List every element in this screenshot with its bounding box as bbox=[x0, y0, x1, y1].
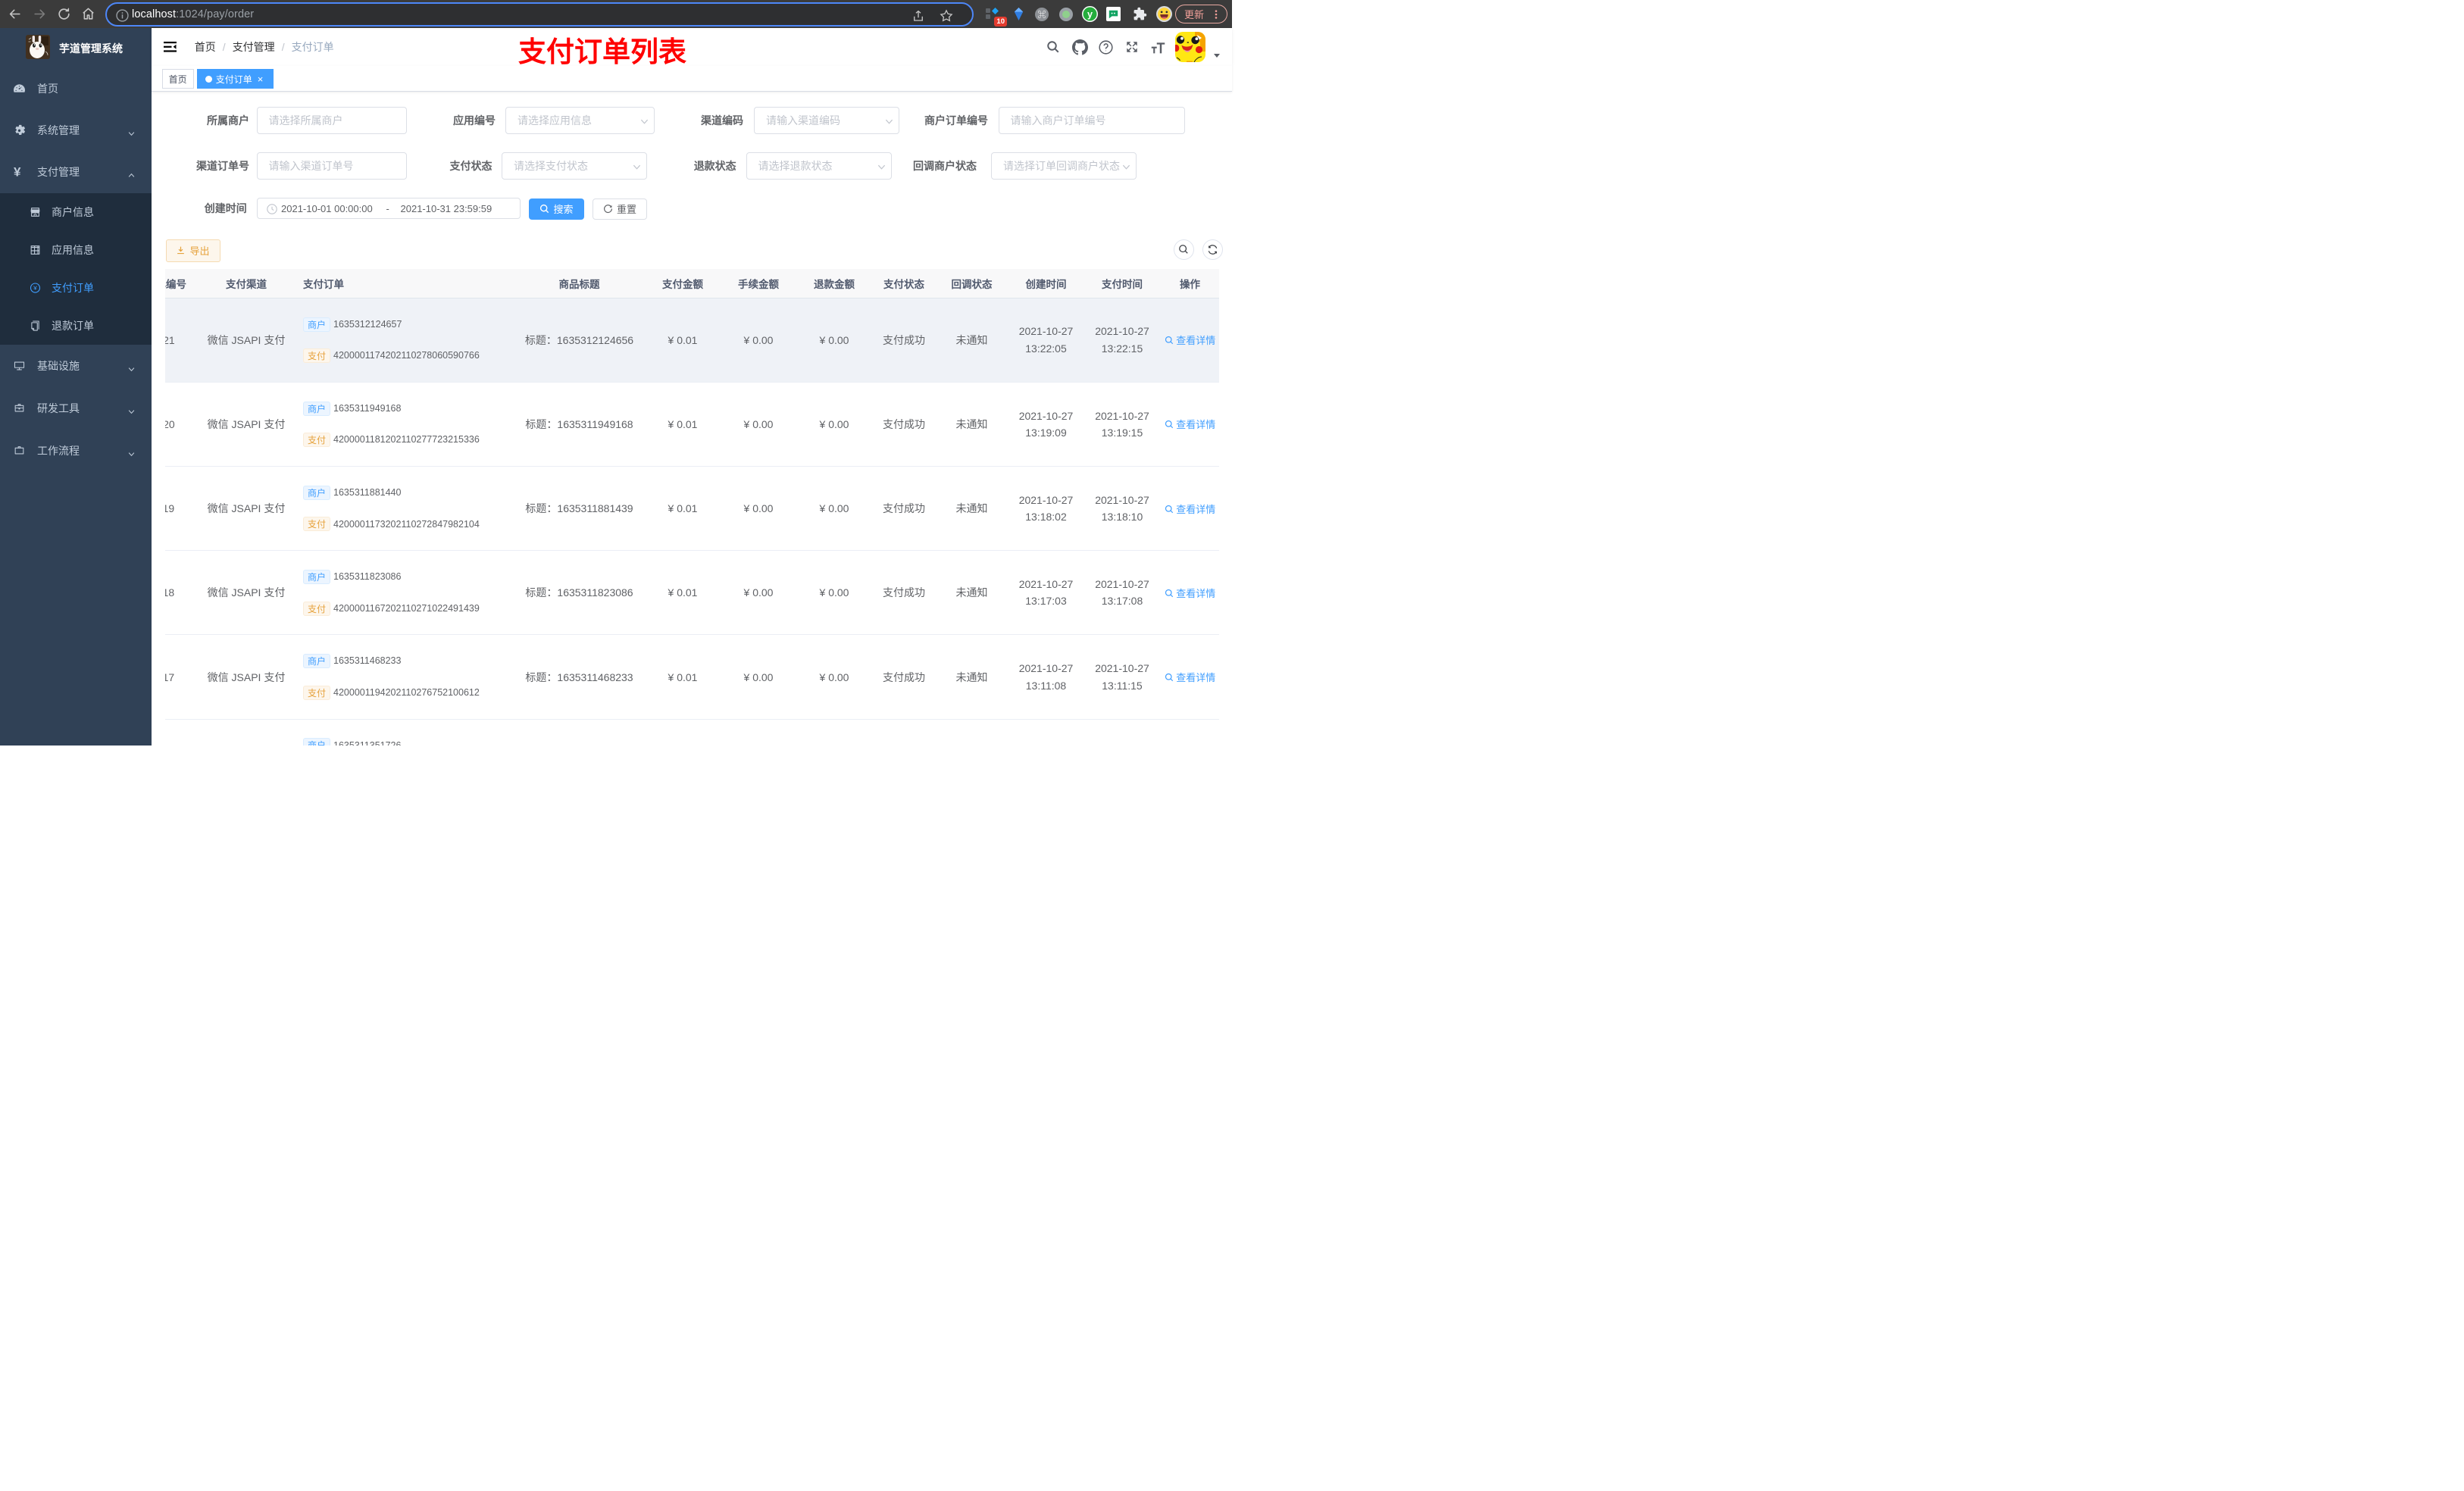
svg-text:y: y bbox=[1087, 9, 1092, 20]
svg-text:⌘: ⌘ bbox=[1038, 10, 1046, 20]
